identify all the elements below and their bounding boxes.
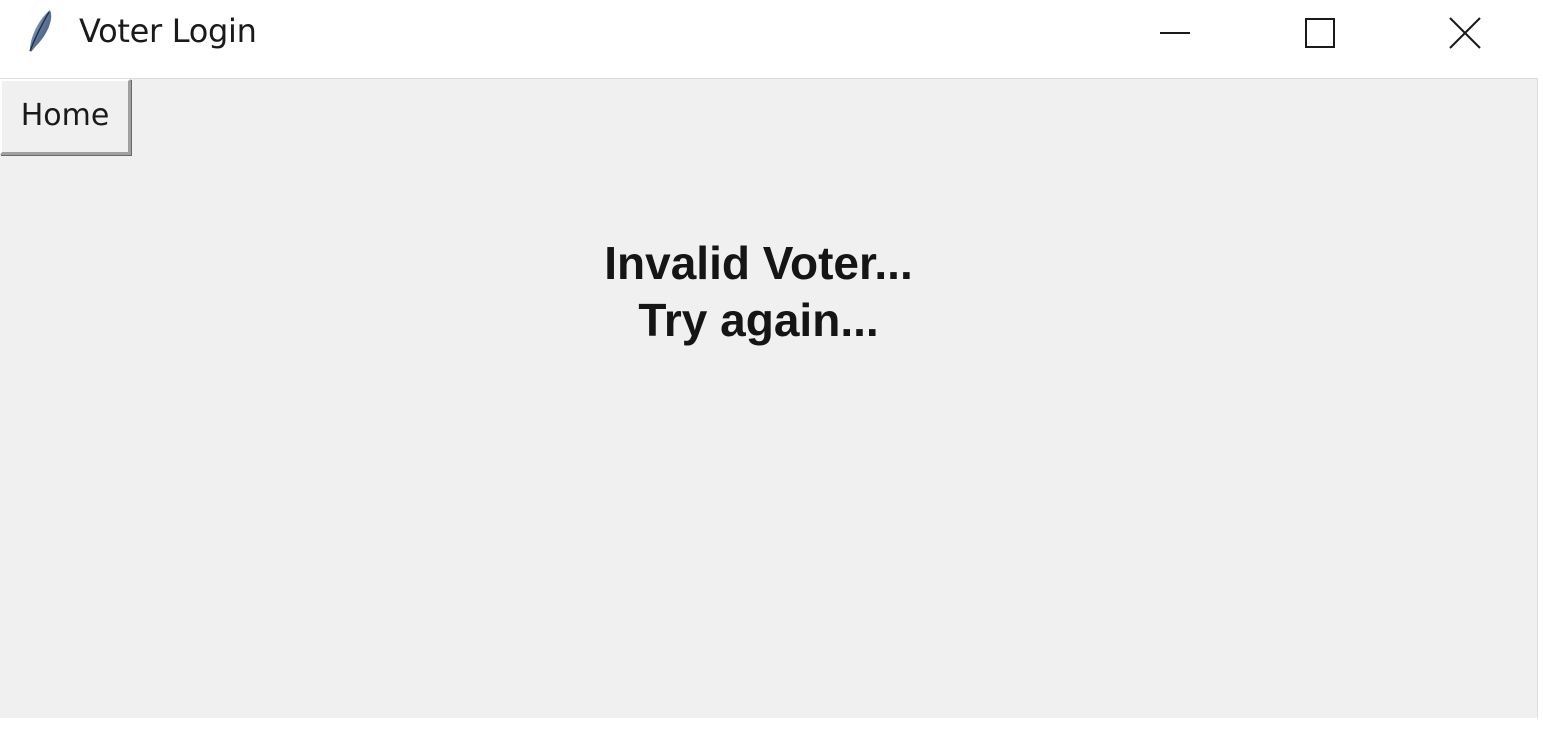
error-message-line-2: Try again...: [638, 294, 879, 346]
maximize-icon: [1305, 18, 1335, 48]
home-button[interactable]: Home: [0, 79, 131, 155]
maximize-button[interactable]: [1248, 0, 1394, 66]
app-window: Voter Login Home Invalid Voter... Try ag…: [0, 0, 1543, 733]
title-bar[interactable]: Voter Login: [0, 0, 1543, 78]
close-button[interactable]: [1394, 0, 1540, 66]
minimize-button[interactable]: [1102, 0, 1248, 66]
feather-icon: [24, 6, 56, 56]
error-message-line-1: Invalid Voter...: [604, 237, 913, 289]
window-bottom-edge: [0, 718, 1543, 733]
minimize-icon: [1160, 32, 1190, 34]
main-panel: Home Invalid Voter... Try again...: [0, 78, 1538, 719]
error-message: Invalid Voter... Try again...: [0, 235, 1517, 349]
close-icon: [1449, 17, 1481, 49]
window-title: Voter Login: [79, 12, 257, 50]
